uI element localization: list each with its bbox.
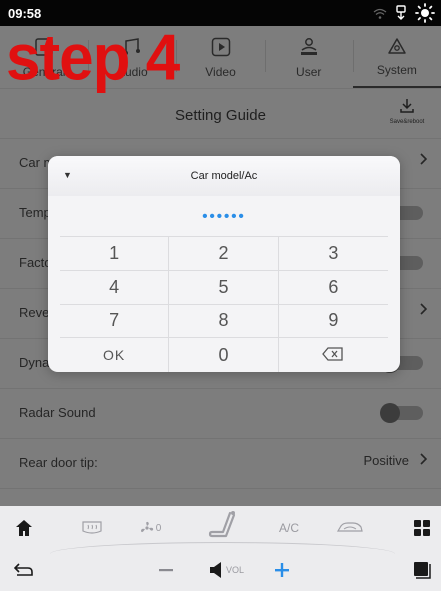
page-header: Setting Guide Save&reboot	[0, 88, 441, 138]
usb-icon	[395, 5, 407, 26]
key-7[interactable]: 7	[60, 304, 170, 339]
radar-sound-toggle[interactable]	[380, 403, 423, 423]
setting-row-partial	[0, 488, 441, 506]
seat-icon[interactable]	[202, 506, 244, 546]
password-display: ••••••	[202, 208, 246, 225]
recent-apps-icon[interactable]	[408, 556, 436, 584]
setting-label: Dyna	[19, 355, 50, 370]
home-icon[interactable]	[10, 514, 38, 542]
key-0[interactable]: 0	[169, 338, 279, 372]
ok-button[interactable]: OK	[60, 338, 170, 372]
fan-speed-icon[interactable]: 0	[132, 514, 168, 542]
dialog-title: Car model/Ac	[190, 170, 258, 182]
page-title: Setting Guide	[175, 107, 266, 124]
status-icons	[373, 3, 435, 28]
backspace-icon	[322, 345, 344, 366]
chevron-right-icon	[419, 453, 428, 468]
ac-label: A/C	[278, 521, 299, 535]
tab-video[interactable]: Video	[176, 26, 264, 88]
user-icon	[298, 36, 320, 61]
key-8[interactable]: 8	[169, 304, 279, 339]
step-overlay-text: step 4	[6, 21, 180, 95]
tab-system[interactable]: System	[352, 26, 441, 88]
setting-row-rear-door-tip[interactable]: Rear door tip: Positive	[0, 438, 441, 488]
key-3[interactable]: 3	[278, 237, 388, 271]
volume-label: VOL	[225, 565, 244, 575]
backspace-key[interactable]	[279, 338, 388, 372]
password-dialog: ▼ Car model/Ac •••••• 1 2 3 4 5 6 7 8 9 …	[48, 156, 400, 372]
volume-up-icon[interactable]	[268, 556, 296, 584]
rear-defrost-icon[interactable]	[78, 514, 106, 542]
key-9[interactable]: 9	[278, 305, 388, 339]
save-reboot-button[interactable]: Save&reboot	[385, 97, 429, 125]
rear-door-tip-value: Positive	[363, 453, 428, 468]
chevron-right-icon	[419, 153, 427, 165]
air-recirculation-icon[interactable]	[334, 514, 366, 542]
setting-label: Radar Sound	[19, 405, 96, 420]
key-4[interactable]: 4	[60, 270, 170, 305]
save-icon	[398, 99, 416, 119]
status-time: 09:58	[8, 6, 42, 21]
numeric-keypad: 1 2 3 4 5 6 7 8 9 OK 0	[60, 236, 388, 372]
chevron-right-icon	[419, 303, 427, 315]
volume-icon[interactable]: VOL	[205, 556, 249, 584]
tab-label: System	[376, 63, 417, 77]
volume-down-icon[interactable]	[152, 556, 180, 584]
tab-label: User	[296, 65, 322, 79]
setting-value: Positive	[363, 453, 409, 468]
setting-label: Rear door tip:	[19, 455, 98, 470]
brightness-icon[interactable]	[415, 3, 435, 28]
setting-label: Temp	[19, 205, 51, 220]
key-6[interactable]: 6	[278, 271, 388, 305]
tab-label: Video	[205, 65, 236, 79]
tab-user[interactable]: User	[264, 26, 353, 88]
fan-level: 0	[155, 522, 162, 534]
bottom-bar: 0 A/C VOL	[0, 506, 441, 591]
apps-grid-icon[interactable]	[408, 514, 436, 542]
key-2[interactable]: 2	[169, 237, 279, 271]
system-icon	[386, 36, 408, 61]
key-5[interactable]: 5	[169, 270, 279, 305]
setting-label: Facto	[19, 255, 52, 270]
toggle-knob	[380, 403, 400, 423]
dialog-header: ▼ Car model/Ac	[48, 156, 400, 196]
setting-row-radar-sound: Radar Sound	[0, 388, 441, 438]
video-icon	[210, 36, 232, 61]
wifi-icon	[373, 7, 387, 25]
back-icon[interactable]	[10, 556, 38, 584]
save-reboot-label: Save&reboot	[389, 119, 425, 125]
ac-button[interactable]: A/C	[272, 514, 306, 542]
key-1[interactable]: 1	[60, 237, 170, 271]
